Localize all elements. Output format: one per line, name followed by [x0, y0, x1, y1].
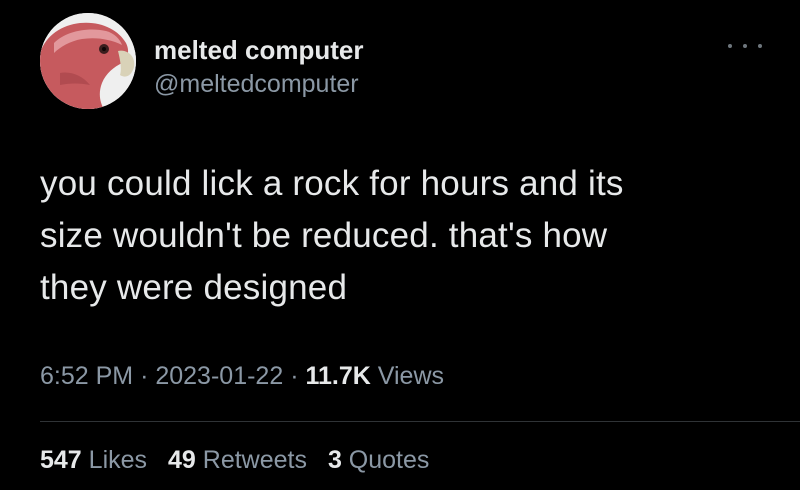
- author-handle[interactable]: @meltedcomputer: [154, 69, 364, 99]
- parrot-avatar-icon[interactable]: [40, 13, 136, 109]
- more-options-icon[interactable]: [728, 39, 762, 53]
- divider: [40, 421, 800, 422]
- tweet-header: melted computer @meltedcomputer: [40, 13, 780, 113]
- views-count: 11.7K: [305, 362, 371, 390]
- tweet-meta: 6:52 PM · 2023-01-22 · 11.7K Views: [40, 362, 444, 391]
- quotes-label: Quotes: [348, 446, 430, 474]
- author-names: melted computer @meltedcomputer: [154, 35, 364, 99]
- retweets-stat[interactable]: 49 Retweets: [168, 446, 314, 474]
- tweet-stats: 547 Likes 49 Retweets 3 Quotes: [40, 446, 443, 475]
- dot-icon: [743, 44, 747, 48]
- dot-icon: [728, 44, 732, 48]
- quotes-count: 3: [327, 446, 342, 474]
- meta-separator: ·: [290, 362, 299, 390]
- views-label: Views: [377, 362, 445, 390]
- retweets-count: 49: [168, 446, 196, 474]
- likes-count: 547: [40, 446, 82, 474]
- author-display-name[interactable]: melted computer: [154, 35, 364, 65]
- quotes-stat[interactable]: 3 Quotes: [328, 446, 429, 474]
- retweets-label: Retweets: [202, 446, 307, 474]
- likes-stat[interactable]: 547 Likes: [40, 446, 154, 474]
- tweet-text-line: you could lick a rock for hours and its: [40, 164, 624, 203]
- meta-separator: ·: [140, 362, 149, 390]
- tweet-time[interactable]: 6:52 PM: [40, 362, 133, 390]
- dot-icon: [758, 44, 762, 48]
- tweet-text-line: they were designed: [40, 268, 348, 307]
- tweet-date[interactable]: 2023-01-22: [155, 362, 283, 390]
- likes-label: Likes: [88, 446, 148, 474]
- tweet-text-line: size wouldn't be reduced. that's how: [40, 216, 608, 255]
- tweet-text: you could lick a rock for hours and its …: [40, 158, 770, 314]
